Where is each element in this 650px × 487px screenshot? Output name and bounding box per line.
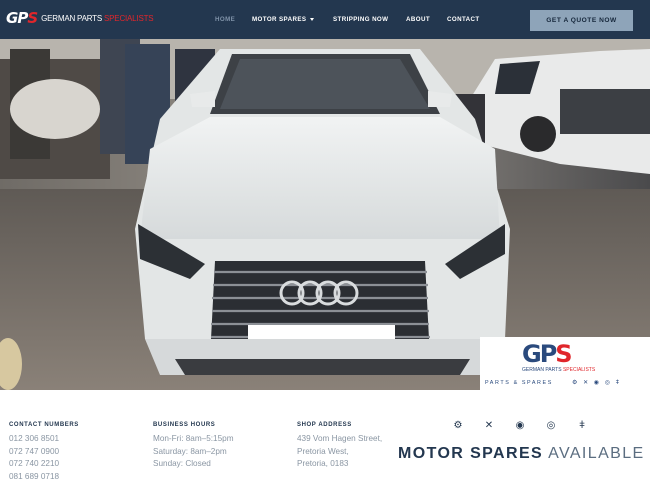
address-line: 439 Vom Hagen Street, [297,434,383,443]
shop-address-title: SHOP ADDRESS [297,422,352,428]
motor-spares-bold: MOTOR SPARES [398,445,544,462]
chevron-down-icon [310,17,315,21]
address-line: Pretoria West, [297,446,349,456]
hours-line: Saturday: 8am–2pm [153,446,227,456]
motor-spares-available-heading: MOTOR SPARES AVAILABLE [398,445,645,463]
nav-home[interactable]: HOME [215,16,235,23]
brake-disc-icon: ◎ [604,380,612,386]
hours-line: Sunday: Closed [153,459,211,468]
motor-spares-light: AVAILABLE [548,445,645,462]
phone-number[interactable]: 072 747 0900 [9,446,59,459]
hours-line: Mon-Fri: 8am–5:15pm [153,434,234,443]
nav-motor-spares-label: MOTOR SPARES [252,16,307,23]
badge-tagline: PARTS & SPARES [485,380,553,386]
phone-number[interactable]: 081 689 0718 [9,471,59,484]
business-hours-title: BUSINESS HOURS [153,422,216,428]
turbo-icon: ◉ [515,420,525,431]
contact-numbers-title: CONTACT NUMBERS [9,422,79,428]
nav-contact[interactable]: CONTACT [447,16,480,23]
engine-icon: ⚙ [453,420,463,431]
tools-icon: ✕ [484,420,494,431]
badge-logo-mark: GPS [522,340,573,368]
site-header: GPS GERMAN PARTS SPECIALISTS HOME MOTOR … [0,0,650,39]
logo-wordmark: GERMAN PARTS SPECIALISTS [41,14,154,23]
nav-motor-spares[interactable]: MOTOR SPARES [252,16,315,23]
address-line: Pretoria, 0183 [297,459,349,468]
spark-plug-icon: ǂ [579,420,585,431]
spark-plug-icon: ǂ [615,380,622,386]
turbo-icon: ◉ [593,380,602,386]
tools-icon: ✕ [583,380,591,386]
badge-icon-row: ⚙ ✕ ◉ ◎ ǂ [572,379,621,386]
hero-image: GPS GERMAN PARTS SPECIALISTS PARTS & SPA… [0,39,650,390]
get-quote-button[interactable]: GET A QUOTE NOW [530,10,633,31]
phone-number[interactable]: 012 306 8501 [9,433,59,446]
brake-disc-icon: ◎ [546,420,556,431]
site-logo[interactable]: GPS GERMAN PARTS SPECIALISTS [6,9,154,27]
phone-number[interactable]: 072 740 2210 [9,458,59,471]
gps-badge: GPS GERMAN PARTS SPECIALISTS PARTS & SPA… [480,337,650,390]
nav-stripping-now[interactable]: STRIPPING NOW [333,16,388,23]
logo-mark: GPS [6,9,38,27]
nav-about[interactable]: ABOUT [406,16,430,23]
badge-wordmark: GERMAN PARTS SPECIALISTS [522,367,596,373]
engine-icon: ⚙ [572,380,580,386]
